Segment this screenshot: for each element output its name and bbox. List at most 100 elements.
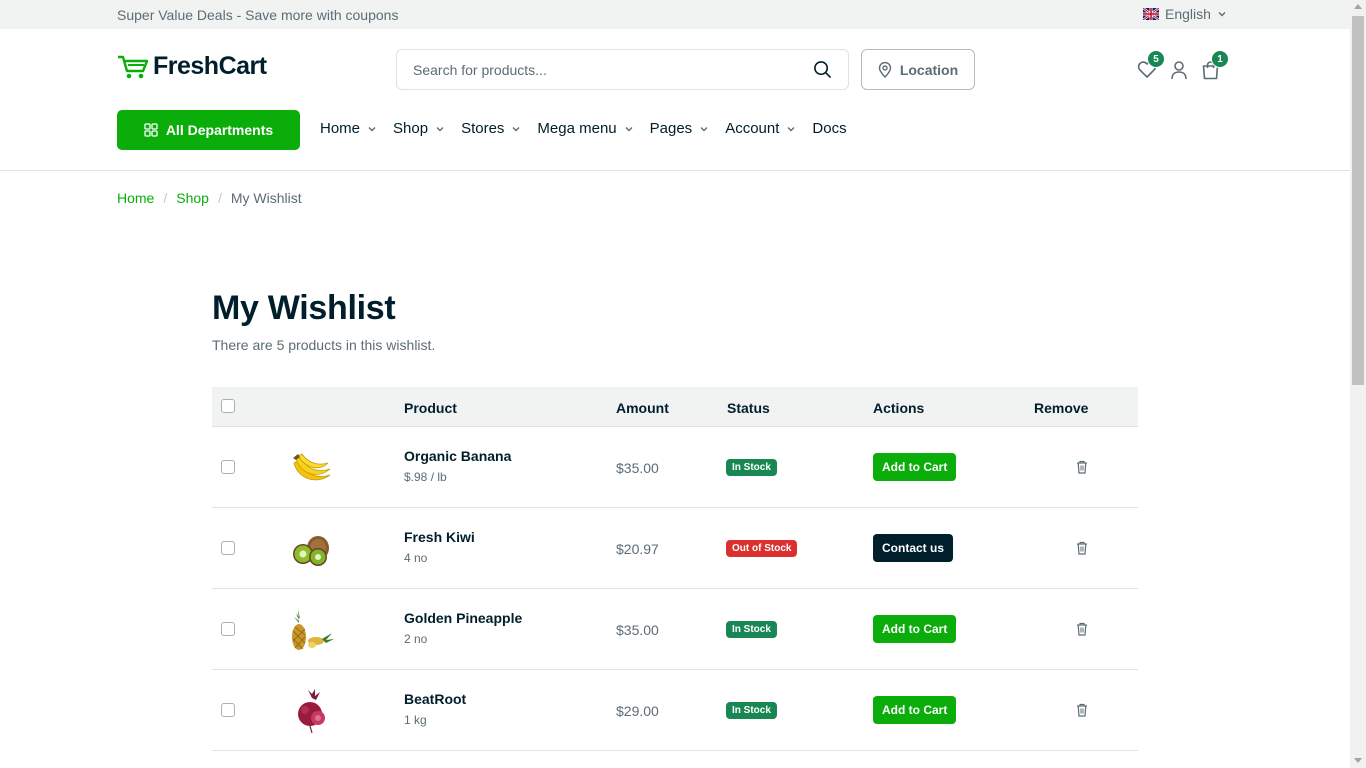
chevron-down-icon [1218, 12, 1226, 17]
row-checkbox[interactable] [221, 460, 235, 474]
scroll-down-arrow-icon[interactable] [1354, 758, 1362, 763]
product-amount: $20.97 [616, 541, 659, 557]
location-label: Location [899, 61, 959, 78]
nav-item-label: Stores [461, 120, 505, 137]
nav-item-label: Home [320, 120, 361, 137]
user-icon [1171, 61, 1187, 80]
product-name[interactable]: Fresh Kiwi [404, 529, 475, 545]
product-unit: 2 no [404, 632, 428, 646]
search-input[interactable] [397, 50, 797, 89]
product-unit: 1 kg [404, 713, 427, 727]
beetroot-image [298, 689, 325, 734]
cart-count-badge: 1 [1211, 50, 1229, 68]
nav-item-account[interactable]: Account [725, 120, 812, 137]
logo[interactable]: FreshCart [117, 52, 267, 81]
wishlist-table: Product Amount Status Actions Remove Org… [212, 387, 1138, 751]
status-badge: In Stock [726, 621, 777, 638]
nav-item-stores[interactable]: Stores [461, 120, 537, 137]
chevron-down-icon [700, 126, 708, 131]
chevron-down-icon [787, 126, 795, 131]
status-badge: Out of Stock [726, 540, 798, 557]
add-to-cart-button[interactable]: Add to Cart [873, 615, 957, 643]
scroll-up-arrow-icon[interactable] [1354, 4, 1362, 9]
trash-icon[interactable] [1076, 541, 1088, 560]
column-header-status: Status [727, 400, 770, 416]
page-scrollbar[interactable] [1350, 0, 1366, 768]
row-checkbox[interactable] [221, 622, 235, 636]
nav-item-mega-menu[interactable]: Mega menu [537, 120, 649, 137]
column-header-remove: Remove [1034, 400, 1089, 416]
column-header-product: Product [404, 400, 457, 416]
language-label: English [1165, 6, 1211, 22]
nav-item-label: Account [725, 120, 780, 137]
column-header-actions: Actions [873, 400, 925, 416]
nav-item-label: Mega menu [537, 120, 617, 137]
breadcrumb-home[interactable]: Home [117, 190, 154, 206]
row-checkbox[interactable] [221, 541, 235, 555]
wishlist-button[interactable]: 5 [1137, 50, 1165, 84]
search-icon[interactable] [813, 60, 832, 84]
status-badge: In Stock [726, 459, 777, 476]
nav-item-docs[interactable]: Docs [812, 120, 846, 137]
nav-item-home[interactable]: Home [320, 120, 393, 137]
page-subtitle: There are 5 products in this wishlist. [212, 337, 436, 353]
account-button[interactable] [1170, 60, 1188, 85]
product-name[interactable]: BeatRoot [404, 691, 466, 707]
add-to-cart-button[interactable]: Add to Cart [873, 453, 957, 481]
chevron-down-icon [512, 126, 520, 131]
table-header: Product Amount Status Actions Remove [212, 387, 1138, 427]
all-departments-label: All Departments [165, 122, 274, 138]
site-header: FreshCart Location 5 1 All Departments H… [0, 29, 1350, 171]
uk-flag-icon [1143, 8, 1159, 20]
top-bar: Super Value Deals - Save more with coupo… [0, 0, 1350, 29]
trash-icon[interactable] [1076, 460, 1088, 479]
breadcrumb-current: My Wishlist [230, 190, 302, 206]
grid-icon [144, 123, 158, 137]
search-box [396, 49, 849, 90]
table-row: Golden Pineapple 2 no $35.00 In Stock Ad… [212, 589, 1138, 670]
kiwi-image [293, 536, 329, 566]
table-row: Organic Banana $.98 / lb $35.00 In Stock… [212, 427, 1138, 508]
status-badge: In Stock [726, 702, 777, 719]
product-unit: $.98 / lb [404, 470, 447, 484]
cart-logo-icon [118, 55, 149, 78]
product-unit: 4 no [404, 551, 428, 565]
language-selector[interactable]: English [1143, 6, 1227, 22]
product-amount: $29.00 [616, 703, 659, 719]
cart-button[interactable]: 1 [1201, 50, 1229, 85]
main-nav: Home Shop Stores Mega menu Pages Account… [320, 120, 847, 137]
promo-text: Super Value Deals - Save more with coupo… [117, 7, 399, 23]
column-header-amount: Amount [616, 400, 669, 416]
chevron-down-icon [436, 126, 444, 131]
pineapple-image [292, 609, 334, 650]
page-title: My Wishlist [212, 289, 396, 327]
select-all-checkbox[interactable] [221, 399, 235, 413]
table-row: BeatRoot 1 kg $29.00 In Stock Add to Car… [212, 670, 1138, 751]
trash-icon[interactable] [1076, 622, 1088, 641]
breadcrumb: Home / Shop / My Wishlist [117, 190, 302, 206]
add-to-cart-button[interactable]: Add to Cart [873, 696, 957, 724]
chevron-down-icon [368, 126, 376, 131]
nav-item-label: Shop [393, 120, 429, 137]
all-departments-button[interactable]: All Departments [117, 110, 300, 150]
breadcrumb-separator: / [163, 190, 168, 206]
product-name[interactable]: Organic Banana [404, 448, 511, 464]
trash-icon[interactable] [1076, 703, 1088, 722]
product-amount: $35.00 [616, 460, 659, 476]
banana-image [293, 453, 331, 481]
row-checkbox[interactable] [221, 703, 235, 717]
table-row: Fresh Kiwi 4 no $20.97 Out of Stock Cont… [212, 508, 1138, 589]
product-name[interactable]: Golden Pineapple [404, 610, 522, 626]
breadcrumb-shop[interactable]: Shop [176, 190, 209, 206]
nav-item-pages[interactable]: Pages [650, 120, 726, 137]
location-button[interactable]: Location [861, 49, 975, 90]
wishlist-count-badge: 5 [1147, 50, 1165, 68]
nav-item-shop[interactable]: Shop [393, 120, 461, 137]
brand-name: FreshCart [153, 52, 267, 80]
scrollbar-thumb[interactable] [1352, 16, 1364, 385]
product-amount: $35.00 [616, 622, 659, 638]
nav-item-label: Docs [812, 120, 847, 137]
chevron-down-icon [625, 126, 633, 131]
map-pin-icon [878, 61, 892, 78]
contact-us-button[interactable]: Contact us [873, 534, 954, 562]
